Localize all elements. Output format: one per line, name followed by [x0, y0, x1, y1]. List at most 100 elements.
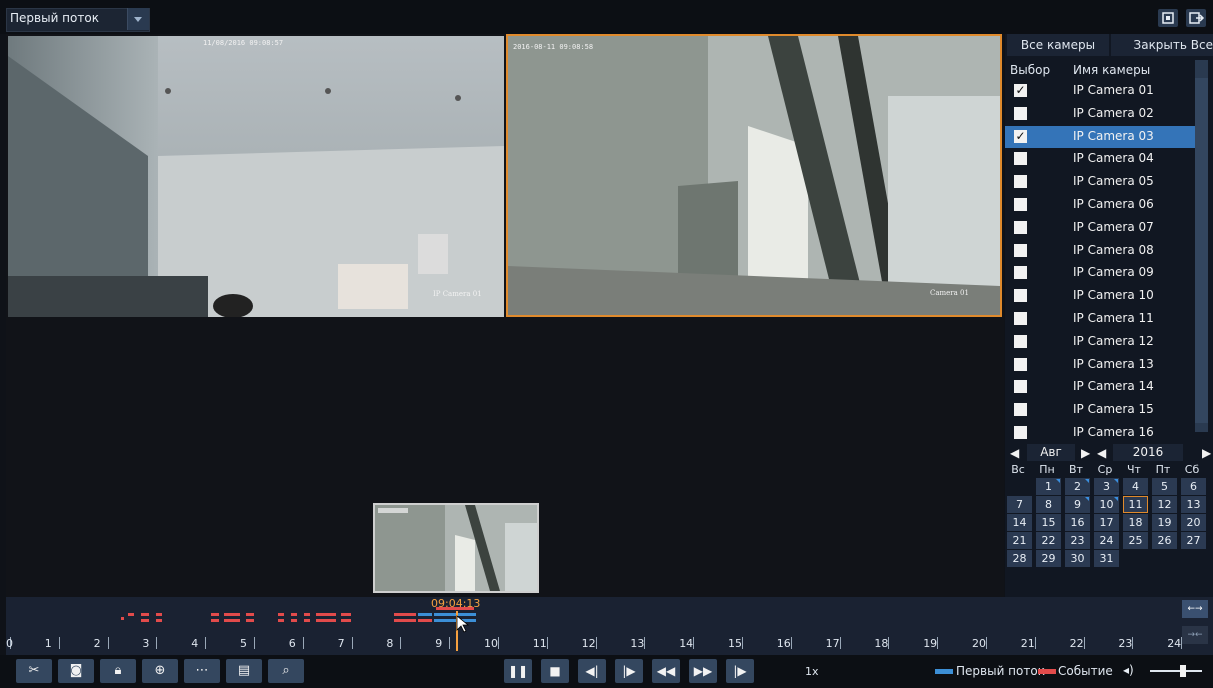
prev-month-icon[interactable]: ◀: [1010, 446, 1019, 460]
video-grid[interactable]: 11/08/2016 09:08:57 IP Camera 01 2016-08…: [6, 34, 1004, 597]
camera-list-scrollbar[interactable]: [1195, 60, 1208, 432]
calendar-day[interactable]: 7: [1007, 496, 1032, 513]
camera-checkbox[interactable]: ✓: [1014, 84, 1027, 97]
camera-checkbox[interactable]: [1014, 266, 1027, 280]
calendar-day[interactable]: 19: [1152, 514, 1177, 531]
camera-row[interactable]: ✓ IP Camera 03: [1005, 125, 1195, 148]
calendar-day[interactable]: 8: [1036, 496, 1061, 513]
camera-checkbox[interactable]: [1014, 357, 1027, 371]
next-month-icon[interactable]: ▶: [1081, 446, 1090, 460]
calendar-day[interactable]: 15: [1036, 514, 1061, 531]
snapshot-icon[interactable]: ◙: [58, 659, 94, 683]
prev-year-icon[interactable]: ◀: [1097, 446, 1106, 460]
calendar-day[interactable]: 11: [1123, 496, 1148, 513]
camera-row[interactable]: IP Camera 07: [1005, 217, 1195, 239]
calendar-day[interactable]: 24: [1094, 532, 1119, 549]
calendar-day[interactable]: 23: [1065, 532, 1090, 549]
next-year-icon[interactable]: ▶: [1202, 446, 1211, 460]
camera-row[interactable]: IP Camera 12: [1005, 331, 1195, 353]
osd-timestamp: 11/08/2016 09:08:57: [203, 39, 284, 47]
calendar-day[interactable]: 27: [1181, 532, 1206, 549]
calendar-day[interactable]: 28: [1007, 550, 1032, 567]
calendar-day[interactable]: 18: [1123, 514, 1148, 531]
chevron-down-icon[interactable]: [127, 8, 149, 30]
next-frame-icon[interactable]: |▶: [726, 659, 754, 683]
camera-row[interactable]: IP Camera 08: [1005, 240, 1195, 262]
calendar-day[interactable]: 12: [1152, 496, 1177, 513]
calendar-day[interactable]: 20: [1181, 514, 1206, 531]
camera-checkbox[interactable]: [1014, 243, 1027, 257]
video-tile-2-selected[interactable]: 2016-08-11 09:08:58 Camera 01: [506, 34, 1002, 317]
calendar-day[interactable]: 2: [1065, 478, 1090, 495]
volume-slider[interactable]: [1150, 670, 1202, 672]
camera-checkbox[interactable]: [1014, 380, 1027, 394]
camera-row[interactable]: ✓ IP Camera 01: [1005, 80, 1195, 102]
rewind-icon[interactable]: ◀◀: [652, 659, 680, 683]
camera-row[interactable]: IP Camera 02: [1005, 103, 1195, 125]
calendar-day[interactable]: 3: [1094, 478, 1119, 495]
calendar-day[interactable]: 17: [1094, 514, 1119, 531]
calendar-day[interactable]: 1: [1036, 478, 1061, 495]
calendar-day[interactable]: 5: [1152, 478, 1177, 495]
calendar-day[interactable]: 16: [1065, 514, 1090, 531]
camera-checkbox[interactable]: [1014, 220, 1027, 234]
calendar-day[interactable]: 26: [1152, 532, 1177, 549]
zoom-out-icon[interactable]: →←: [1182, 626, 1208, 644]
calendar-day[interactable]: 29: [1036, 550, 1061, 567]
close-all-button[interactable]: Закрыть Все: [1111, 34, 1213, 56]
calendar-day[interactable]: 31: [1094, 550, 1119, 567]
camera-row[interactable]: IP Camera 04: [1005, 148, 1195, 170]
camera-row[interactable]: IP Camera 11: [1005, 308, 1195, 330]
volume-icon[interactable]: ◂): [1123, 663, 1134, 677]
calendar-day[interactable]: 9: [1065, 496, 1090, 513]
camera-row[interactable]: IP Camera 15: [1005, 399, 1195, 421]
camera-checkbox[interactable]: [1014, 198, 1027, 211]
calendar-day[interactable]: 10: [1094, 496, 1119, 513]
camera-checkbox[interactable]: [1014, 426, 1027, 439]
year-field[interactable]: 2016: [1113, 444, 1183, 461]
calendar-day[interactable]: 13: [1181, 496, 1206, 513]
fast-forward-icon[interactable]: ▶▶: [689, 659, 717, 683]
step-back-icon[interactable]: ◀|: [578, 659, 606, 683]
calendar-day[interactable]: 21: [1007, 532, 1032, 549]
camera-checkbox[interactable]: [1014, 175, 1027, 189]
camera-row[interactable]: IP Camera 09: [1005, 262, 1195, 284]
camera-checkbox[interactable]: [1014, 312, 1027, 325]
clip-icon[interactable]: ✂: [16, 659, 52, 683]
camera-checkbox[interactable]: [1014, 106, 1027, 120]
zoom-in-icon[interactable]: ←→: [1182, 600, 1208, 618]
lock-icon[interactable]: 🔒︎: [100, 659, 136, 683]
tag-list-icon[interactable]: ⋯: [184, 659, 220, 683]
stop-icon[interactable]: ■: [541, 659, 569, 683]
volume-slider-handle[interactable]: [1180, 665, 1186, 677]
fullscreen-icon[interactable]: [1158, 9, 1178, 27]
calendar-day[interactable]: 4: [1123, 478, 1148, 495]
calendar-day[interactable]: 22: [1036, 532, 1061, 549]
camera-checkbox[interactable]: [1014, 403, 1027, 417]
add-tag-icon[interactable]: ⊕: [142, 659, 178, 683]
month-field[interactable]: Авг: [1027, 444, 1075, 461]
calendar-day[interactable]: 25: [1123, 532, 1148, 549]
camera-row[interactable]: IP Camera 14: [1005, 376, 1195, 398]
calendar-day[interactable]: 14: [1007, 514, 1032, 531]
calendar-day[interactable]: 30: [1065, 550, 1090, 567]
zoom-icon[interactable]: ⌕: [268, 659, 304, 683]
camera-row[interactable]: IP Camera 05: [1005, 171, 1195, 193]
step-forward-icon[interactable]: |▶: [615, 659, 643, 683]
camera-row[interactable]: IP Camera 06: [1005, 194, 1195, 216]
camera-row[interactable]: IP Camera 16: [1005, 422, 1195, 444]
pause-icon[interactable]: ❚❚: [504, 659, 532, 683]
camera-row[interactable]: IP Camera 10: [1005, 285, 1195, 307]
calendar-day[interactable]: 6: [1181, 478, 1206, 495]
timeline[interactable]: 09:04:13 0 1 2 3 4 5 6 7 8 9 10 11 12 13 14 15 16 17 18 19 2…: [6, 597, 1213, 655]
all-cameras-button[interactable]: Все камеры: [1007, 34, 1109, 56]
camera-checkbox[interactable]: ✓: [1014, 129, 1027, 143]
exit-icon[interactable]: [1186, 9, 1206, 27]
camera-checkbox[interactable]: [1014, 152, 1027, 166]
camera-row[interactable]: IP Camera 13: [1005, 354, 1195, 376]
playback-preview-pip[interactable]: [373, 503, 539, 593]
save-icon[interactable]: ▤: [226, 659, 262, 683]
video-tile-1[interactable]: 11/08/2016 09:08:57 IP Camera 01: [8, 36, 504, 317]
camera-checkbox[interactable]: [1014, 334, 1027, 348]
camera-checkbox[interactable]: [1014, 289, 1027, 303]
